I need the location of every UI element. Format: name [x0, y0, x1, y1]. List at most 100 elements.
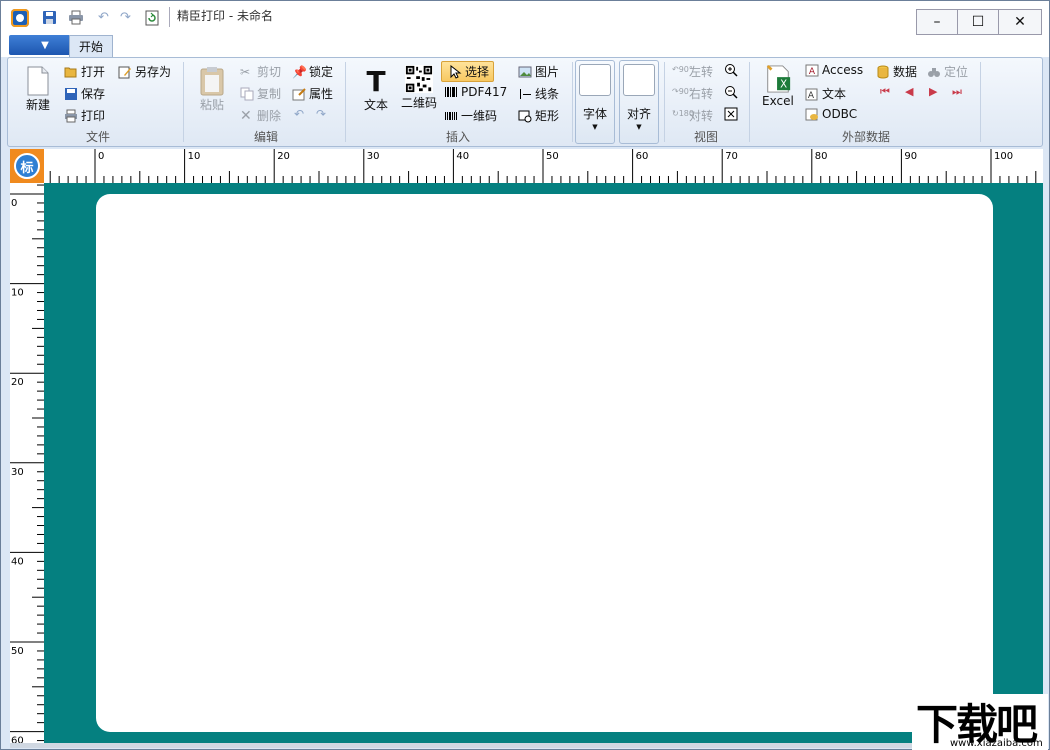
text-t-icon: T	[366, 64, 386, 98]
properties-button[interactable]: 属性	[292, 85, 333, 102]
insert-pdf417-button[interactable]: PDF417	[444, 85, 507, 99]
align-label: 对齐	[626, 107, 651, 121]
close-button[interactable]: ✕	[998, 9, 1042, 35]
insert-image-button[interactable]: 图片	[518, 63, 559, 80]
line-icon	[518, 87, 532, 101]
save-as-icon	[118, 65, 132, 79]
font-dropdown[interactable]: 字体 ▼	[575, 60, 615, 144]
copy-icon	[240, 87, 254, 101]
open-button[interactable]: 打开	[64, 63, 105, 80]
lock-button[interactable]: 📌 锁定	[292, 63, 333, 80]
first-record-button[interactable]: ⏮	[880, 85, 890, 99]
ruler-label: 0	[11, 198, 17, 209]
new-document-icon	[24, 66, 52, 96]
ruler-label: 20	[11, 377, 24, 388]
tab-home[interactable]: 开始	[69, 35, 113, 57]
label-page[interactable]	[96, 194, 993, 732]
zoom-out-button[interactable]	[724, 85, 738, 99]
ruler-label: 40	[456, 151, 469, 162]
ruler-label: 30	[11, 467, 24, 478]
fit-page-button[interactable]	[724, 107, 738, 121]
print-icon[interactable]	[67, 9, 84, 26]
rotate-180-icon: ↻180	[672, 108, 694, 118]
last-record-button[interactable]: ⏭	[952, 85, 962, 99]
access-button[interactable]: A Access	[805, 63, 863, 77]
rotate-left-button[interactable]: ↶90° 左转	[672, 63, 713, 80]
print-label: 打印	[81, 109, 106, 123]
group-separator	[980, 62, 981, 142]
ruler-label: 60	[636, 151, 649, 162]
text-source-button[interactable]: A 文本	[805, 85, 846, 102]
locate-button[interactable]: 定位	[927, 63, 968, 80]
group-separator	[664, 62, 665, 142]
delete-icon: ✕	[240, 107, 252, 124]
redo-button[interactable]: ↷	[316, 107, 326, 121]
pin-icon: 📌	[292, 64, 307, 79]
cut-button[interactable]: ✂ 剪切	[240, 63, 281, 80]
save-as-label: 另存为	[135, 65, 172, 79]
app-window: ↶ ↷ 精臣打印 - 未命名 – ☐ ✕ ▼ 开始 新建 打开 另存为 保存 打…	[0, 0, 1050, 750]
prev-record-button[interactable]: ◀	[905, 85, 913, 98]
folder-open-icon	[64, 65, 78, 79]
insert-text-button[interactable]: T 文本	[362, 64, 390, 113]
insert-qrcode-label: 二维码	[401, 96, 438, 110]
save-as-button[interactable]: 另存为	[118, 63, 171, 80]
image-icon	[518, 65, 532, 79]
barcode-icon	[444, 109, 458, 123]
data-label: 数据	[893, 65, 918, 79]
save-button[interactable]: 保存	[64, 85, 105, 102]
group-separator	[749, 62, 750, 142]
zoom-out-icon	[724, 85, 738, 99]
paste-button[interactable]: 粘贴	[198, 66, 226, 113]
new-button[interactable]: 新建	[24, 66, 52, 113]
horizontal-scrollbar[interactable]	[10, 743, 1043, 748]
text-file-icon: A	[805, 87, 819, 101]
font-label: 字体	[582, 107, 607, 121]
watermark-site-text: www.xiazaiba.com	[950, 738, 1043, 749]
zoom-in-button[interactable]	[724, 63, 738, 77]
ribbon: 新建 打开 另存为 保存 打印 文件 粘贴 ✂ 剪切 📌 锁定 复制 属性 ✕ …	[7, 57, 1043, 147]
group-separator	[572, 62, 573, 142]
database-icon	[876, 65, 890, 79]
ruler-corner-button[interactable]: 标	[10, 149, 44, 183]
insert-barcode-button[interactable]: 一维码	[444, 107, 497, 124]
design-canvas[interactable]	[44, 183, 1043, 747]
pdf417-icon	[444, 85, 458, 99]
copy-button[interactable]: 复制	[240, 85, 281, 102]
minimize-button[interactable]: –	[916, 9, 958, 35]
open-label: 打开	[81, 65, 106, 79]
title-bar: ↶ ↷ 精臣打印 - 未命名 – ☐ ✕	[1, 1, 1049, 35]
select-button[interactable]: 选择	[448, 63, 489, 80]
svg-text:A: A	[808, 91, 815, 101]
print-button[interactable]: 打印	[64, 107, 105, 124]
rotate-180-button[interactable]: ↻180 对转	[672, 107, 713, 124]
insert-rect-button[interactable]: 矩形	[518, 107, 559, 124]
delete-button[interactable]: ✕ 删除	[240, 107, 281, 124]
copy-label: 复制	[257, 87, 282, 101]
insert-qrcode-button[interactable]: 二维码	[401, 64, 437, 111]
app-icon[interactable]	[11, 9, 29, 27]
rotate-right-button[interactable]: ↷90° 右转	[672, 85, 713, 102]
save-icon	[64, 87, 78, 101]
insert-line-button[interactable]: 线条	[518, 85, 559, 102]
window-title: 精臣打印 - 未命名	[177, 9, 273, 23]
title-separator	[169, 7, 170, 27]
excel-button[interactable]: X Excel	[762, 64, 794, 108]
save-icon[interactable]	[41, 9, 58, 26]
redo-icon[interactable]: ↷	[117, 9, 134, 26]
data-button[interactable]: 数据	[876, 63, 917, 80]
align-preview	[623, 64, 655, 96]
align-dropdown[interactable]: 对齐 ▼	[619, 60, 659, 144]
cursor-icon	[448, 64, 462, 79]
properties-icon	[292, 87, 306, 101]
refresh-icon[interactable]	[143, 9, 160, 26]
group-label-edit: 编辑	[253, 130, 278, 144]
undo-icon[interactable]: ↶	[95, 9, 112, 26]
excel-label: Excel	[762, 94, 794, 108]
rectangle-icon	[518, 109, 532, 123]
odbc-button[interactable]: ODBC	[805, 107, 857, 121]
ruler-label: 50	[546, 151, 559, 162]
maximize-button[interactable]: ☐	[957, 9, 999, 35]
next-record-button[interactable]: ▶	[929, 85, 937, 98]
undo-button[interactable]: ↶	[294, 107, 304, 121]
